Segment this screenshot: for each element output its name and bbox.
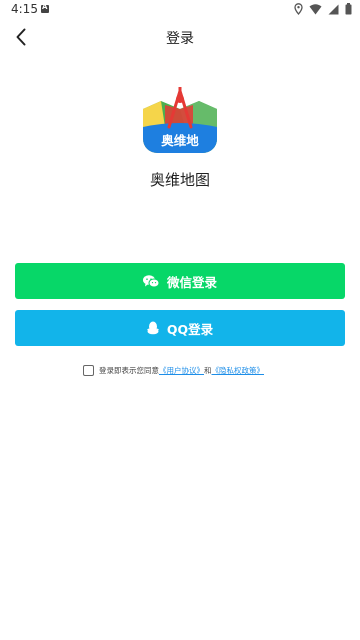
notification-icon: A — [41, 3, 49, 13]
page-title: 登录 — [166, 31, 194, 47]
status-time: 4:15 — [11, 2, 38, 16]
user-agreement-link[interactable]: 《用户协议》 — [159, 365, 204, 376]
battery-icon — [345, 3, 352, 15]
wechat-login-label: 微信登录 — [166, 274, 217, 290]
status-icons — [294, 3, 352, 15]
agreement-row: 登录即表示您同意 《用户协议》 和 《隐私权政策》 — [83, 365, 264, 376]
app-logo-text: 奥维地 — [161, 133, 199, 148]
wechat-icon — [142, 274, 159, 287]
qq-penguin-icon — [147, 321, 159, 335]
privacy-policy-link[interactable]: 《隐私权政策》 — [212, 365, 265, 376]
wifi-icon — [309, 3, 322, 14]
agreement-prefix: 登录即表示您同意 — [99, 366, 159, 375]
wechat-login-button[interactable]: 微信登录 — [15, 263, 345, 299]
status-bar: 4:15 A — [0, 0, 360, 20]
agreement-conjunction: 和 — [204, 366, 212, 375]
app-logo: 奥维地 — [143, 79, 217, 153]
qq-login-label: QQ登录 — [166, 321, 214, 337]
location-icon — [294, 3, 303, 15]
nav-bar: 登录 — [0, 22, 360, 52]
app-name: 奥维地图 — [149, 171, 210, 189]
agreement-checkbox[interactable] — [83, 365, 94, 376]
signal-icon — [328, 4, 339, 14]
qq-login-button[interactable]: QQ登录 — [15, 310, 345, 346]
